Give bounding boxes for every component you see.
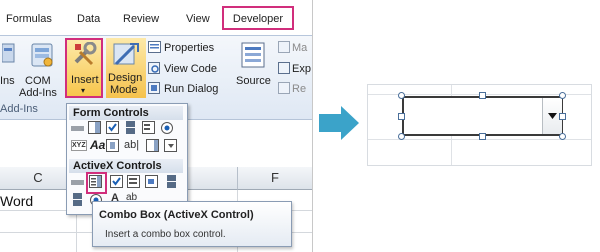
scroll-bar-activex-icon[interactable] xyxy=(71,193,85,207)
resize-handle-left[interactable] xyxy=(398,113,405,120)
spin-button-form-icon[interactable] xyxy=(124,121,138,135)
properties-button[interactable]: Properties xyxy=(164,42,214,54)
excel-window: Formulas Data Review View Developer Ins … xyxy=(0,0,313,252)
tooltip-title: Combo Box (ActiveX Control) xyxy=(99,209,254,221)
refresh-data-label[interactable]: Re xyxy=(292,83,306,95)
combo-dropdown-edit-icon[interactable] xyxy=(164,139,178,153)
column-f-label: F xyxy=(271,170,279,185)
ribbon-tab-bar: Formulas Data Review View Developer xyxy=(0,0,312,36)
ins-label: Ins xyxy=(0,75,15,87)
resize-handle-bottom-left[interactable] xyxy=(398,133,405,140)
com-addins-label-1: COM xyxy=(25,75,51,87)
design-mode-icon xyxy=(113,43,139,66)
list-box-activex-icon[interactable] xyxy=(127,175,141,189)
tooltip-description: Insert a combo box control. xyxy=(105,229,226,240)
run-dialog-button[interactable]: Run Dialog xyxy=(164,83,218,95)
resize-handle-bottom-right[interactable] xyxy=(559,133,566,140)
tab-view[interactable]: View xyxy=(186,13,210,25)
column-header-f[interactable]: F xyxy=(238,167,312,190)
map-properties-label[interactable]: Ma xyxy=(292,42,307,54)
map-properties-icon xyxy=(278,41,290,53)
command-button-activex-icon[interactable] xyxy=(71,175,85,189)
com-addins-label-2: Add-Ins xyxy=(19,87,57,99)
spin-button-activex-icon[interactable] xyxy=(165,175,179,189)
chevron-down-icon: ▾ xyxy=(81,86,86,95)
label-control-icon[interactable]: Aa xyxy=(90,138,105,152)
combo-box-form-icon[interactable] xyxy=(88,121,102,135)
text-box-activex-icon[interactable] xyxy=(145,175,159,189)
list-box-form-icon[interactable] xyxy=(142,121,156,135)
insert-button[interactable]: Insert ▾ xyxy=(65,38,103,98)
expansion-packs-icon xyxy=(278,62,290,74)
dropdown-arrow-icon xyxy=(548,113,557,119)
view-code-button[interactable]: View Code xyxy=(164,63,217,75)
tab-data[interactable]: Data xyxy=(77,13,100,25)
view-code-icon xyxy=(148,62,160,74)
tab-review[interactable]: Review xyxy=(123,13,159,25)
resize-handle-right[interactable] xyxy=(559,113,566,120)
addins-group-label: Add-Ins xyxy=(0,103,38,115)
combo-box-tooltip: Combo Box (ActiveX Control) Insert a com… xyxy=(92,201,292,247)
resize-handle-top-right[interactable] xyxy=(559,92,566,99)
combo-box-highlight xyxy=(86,172,107,194)
button-control-icon[interactable] xyxy=(71,121,85,135)
check-box-form-icon[interactable] xyxy=(106,121,120,135)
right-arrow-icon xyxy=(319,106,359,140)
tab-developer-label: Developer xyxy=(232,13,284,25)
form-controls-header: Form Controls xyxy=(69,106,183,120)
resize-handle-bottom[interactable] xyxy=(479,133,486,140)
option-button-form-icon[interactable] xyxy=(160,121,174,135)
expansion-packs-label[interactable]: Exp xyxy=(292,63,311,75)
insert-tools-icon xyxy=(74,42,97,66)
tab-developer[interactable]: Developer xyxy=(222,6,294,30)
resize-handle-top-left[interactable] xyxy=(398,92,405,99)
run-dialog-icon xyxy=(148,82,160,94)
activex-controls-header: ActiveX Controls xyxy=(69,159,183,173)
group-box-icon[interactable]: XYZ xyxy=(71,140,87,151)
cell-text[interactable]: Word xyxy=(0,193,33,209)
text-field-icon[interactable]: ab| xyxy=(124,139,139,151)
scroll-bar-form-icon[interactable] xyxy=(106,139,120,153)
combo-list-edit-icon[interactable] xyxy=(146,139,160,153)
check-box-activex-icon[interactable] xyxy=(110,175,124,189)
refresh-data-icon xyxy=(278,82,290,94)
source-icon[interactable] xyxy=(240,41,266,71)
resize-handle-top[interactable] xyxy=(479,92,486,99)
source-button-label: Source xyxy=(236,75,271,87)
tab-formulas[interactable]: Formulas xyxy=(6,13,52,25)
com-addins-icon[interactable] xyxy=(30,40,56,70)
column-c-label: C xyxy=(33,170,43,185)
design-mode-button[interactable]: Design Mode xyxy=(106,38,146,98)
properties-icon xyxy=(148,41,161,53)
addins-icon[interactable] xyxy=(2,42,16,66)
design-mode-label-1: Design xyxy=(108,72,143,84)
combo-box-control[interactable] xyxy=(402,96,563,136)
design-mode-label-2: Mode xyxy=(110,84,138,96)
